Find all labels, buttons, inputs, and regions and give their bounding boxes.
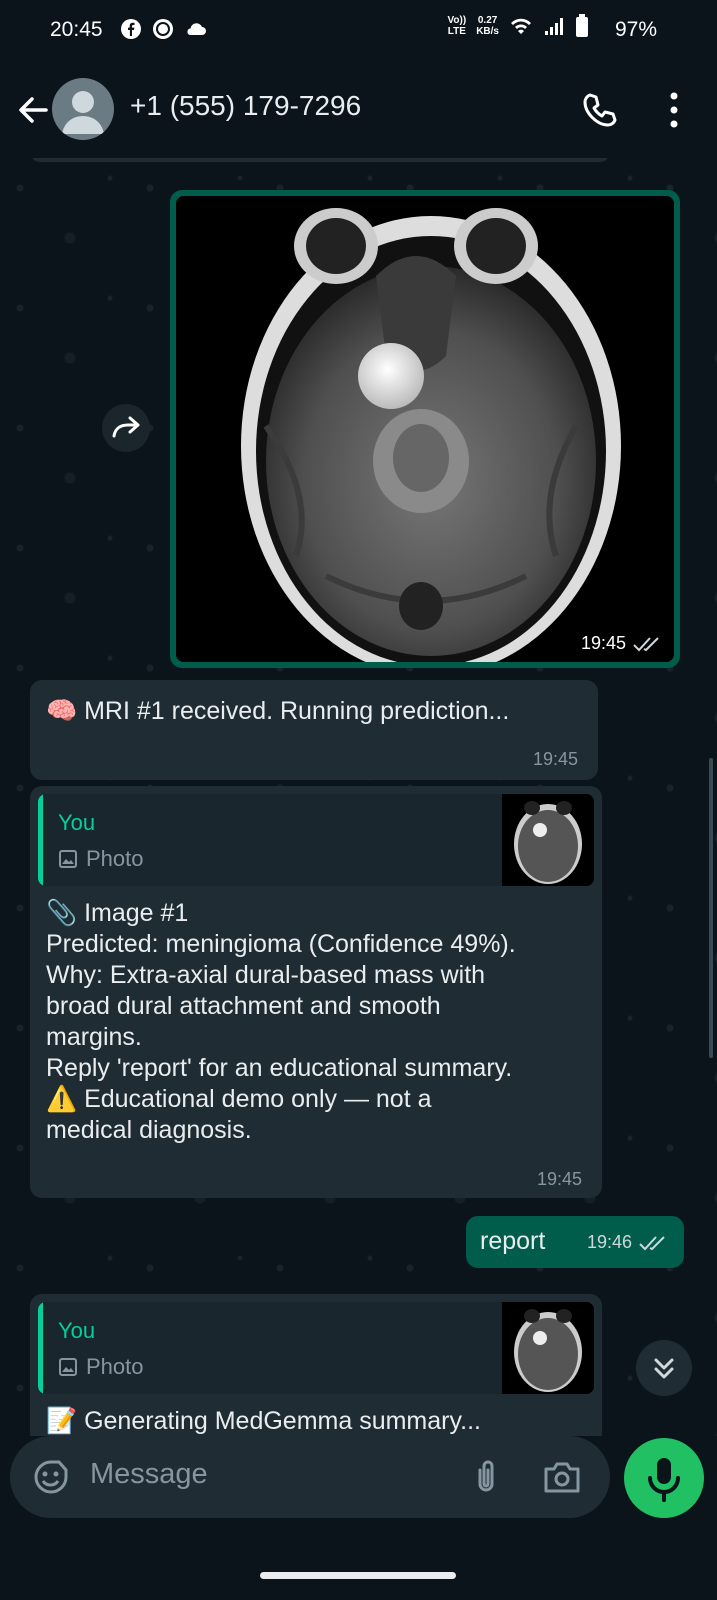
forward-icon bbox=[112, 416, 140, 438]
outgoing-message-report[interactable]: report 19:46 bbox=[466, 1216, 684, 1268]
paperclip-icon[interactable] bbox=[470, 1456, 502, 1496]
double-check-icon bbox=[633, 636, 659, 651]
scrollbar[interactable] bbox=[709, 758, 713, 1058]
mri-image[interactable] bbox=[176, 196, 674, 662]
chevrons-down-icon bbox=[654, 1358, 674, 1379]
mri-scan-picture bbox=[176, 196, 674, 662]
arrow-left-icon[interactable] bbox=[14, 92, 50, 128]
quoted-photo[interactable]: You Photo bbox=[38, 794, 594, 886]
quote-author: You bbox=[58, 1318, 96, 1343]
message-text: report bbox=[480, 1227, 546, 1255]
double-check-icon bbox=[639, 1235, 665, 1250]
status-notification-icons bbox=[120, 18, 208, 40]
chat-area[interactable]: 19:45 🧠 MRI #1 received. Running predict… bbox=[0, 158, 717, 1436]
quote-thumbnail bbox=[502, 794, 594, 886]
incoming-message-prediction[interactable]: You Photo 📎 Image #1 Predicted: meningio… bbox=[30, 786, 602, 1198]
brain-emoji: 🧠 bbox=[46, 697, 78, 725]
battery-percent: 97% bbox=[614, 18, 657, 41]
voice-record-button[interactable] bbox=[624, 1438, 704, 1518]
mic-icon bbox=[648, 1458, 680, 1502]
network-speed: 0.27 KB/s bbox=[476, 15, 499, 37]
image-icon bbox=[59, 1358, 77, 1376]
message-timestamp: 19:45 bbox=[532, 749, 578, 769]
quote-type: Photo bbox=[58, 1354, 144, 1380]
forward-button[interactable] bbox=[102, 404, 150, 452]
prediction-text: 📎 Image #1 Predicted: meningioma (Confid… bbox=[46, 899, 516, 1144]
image-icon bbox=[59, 850, 77, 868]
message-input[interactable]: Message bbox=[10, 1436, 610, 1518]
facebook-icon bbox=[121, 19, 141, 39]
message-timestamp: 19:45 bbox=[536, 1169, 582, 1189]
chat-header: +1 (555) 179-7296 bbox=[0, 62, 717, 158]
quote-accent-bar bbox=[38, 794, 43, 886]
whatsapp-icon bbox=[153, 19, 173, 39]
quote-author: You bbox=[58, 810, 96, 835]
composer: Message bbox=[0, 1436, 717, 1554]
avatar[interactable] bbox=[52, 78, 114, 140]
sticker-icon[interactable] bbox=[32, 1458, 70, 1496]
quoted-photo[interactable]: You Photo bbox=[38, 1302, 594, 1394]
cloud-icon bbox=[187, 23, 206, 35]
message-text: 📝 Generating MedGemma summary... bbox=[46, 1407, 481, 1435]
phone-icon[interactable] bbox=[580, 90, 620, 130]
message-placeholder: Message bbox=[90, 1458, 208, 1490]
network-type: Vo)) LTE bbox=[447, 15, 467, 37]
signal-icon bbox=[545, 18, 563, 35]
incoming-message-generating[interactable]: You Photo 📝 Generating MedGemma summary.… bbox=[30, 1294, 602, 1436]
message-timestamp: 19:46 bbox=[587, 1232, 668, 1253]
camera-icon[interactable] bbox=[542, 1458, 582, 1496]
default-avatar-icon bbox=[62, 91, 104, 134]
scroll-to-bottom-button[interactable] bbox=[636, 1340, 692, 1396]
home-gesture-handle[interactable] bbox=[260, 1572, 456, 1579]
previous-message-bubble bbox=[30, 158, 610, 162]
contact-name[interactable]: +1 (555) 179-7296 bbox=[130, 90, 361, 122]
quote-thumbnail bbox=[502, 1302, 594, 1394]
status-time: 20:45 bbox=[50, 18, 103, 41]
system-navigation-bar bbox=[0, 1554, 717, 1600]
status-bar: 20:45 Vo)) LTE 0.27 KB/s 97% bbox=[0, 0, 717, 62]
wifi-icon bbox=[511, 18, 531, 34]
quote-accent-bar bbox=[38, 1302, 43, 1394]
battery-icon bbox=[576, 14, 588, 37]
image-timestamp: 19:45 bbox=[581, 633, 662, 654]
quote-type: Photo bbox=[58, 846, 144, 872]
more-vertical-icon[interactable] bbox=[668, 90, 680, 130]
outgoing-image-message[interactable]: 19:45 bbox=[170, 190, 680, 668]
message-text: 🧠 MRI #1 received. Running prediction... bbox=[46, 697, 510, 725]
status-system-icons: Vo)) LTE 0.27 KB/s bbox=[448, 14, 590, 38]
incoming-message-status[interactable]: 🧠 MRI #1 received. Running prediction...… bbox=[30, 680, 598, 780]
